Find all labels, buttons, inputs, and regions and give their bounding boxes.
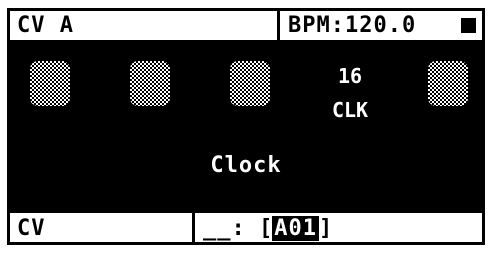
active-slot[interactable]: 16 CLK xyxy=(310,59,390,127)
source-name: Clock xyxy=(210,153,282,178)
footer-divider xyxy=(192,213,195,242)
bracket-open: [ xyxy=(259,216,273,241)
header-divider xyxy=(277,11,280,40)
slot-value[interactable]: A01 xyxy=(272,216,319,241)
bracket-close: ] xyxy=(319,216,333,241)
checkered-pad-icon[interactable] xyxy=(30,61,70,106)
mode-label[interactable]: CV xyxy=(17,216,46,241)
slot-field[interactable]: __: [A01] xyxy=(203,216,332,241)
main-display: 16 CLK Clock xyxy=(10,43,482,213)
slot-number: 16 xyxy=(337,64,363,88)
slot-prefix: __: xyxy=(203,216,246,241)
footer-bar: CV __: [A01] xyxy=(10,213,482,242)
slot-label: CLK xyxy=(331,98,369,122)
checkered-pad-icon[interactable] xyxy=(130,61,170,106)
bpm-readout[interactable]: BPM:120.0 xyxy=(288,13,416,38)
checkered-pad-icon[interactable] xyxy=(428,61,468,106)
stop-square-icon xyxy=(461,18,476,33)
header-bar: CV A BPM:120.0 xyxy=(10,11,482,43)
checkered-pad-icon[interactable] xyxy=(230,61,270,106)
track-title: CV A xyxy=(17,13,74,38)
device-screen: CV A BPM:120.0 16 CLK Clock CV __: [A01] xyxy=(7,8,485,245)
